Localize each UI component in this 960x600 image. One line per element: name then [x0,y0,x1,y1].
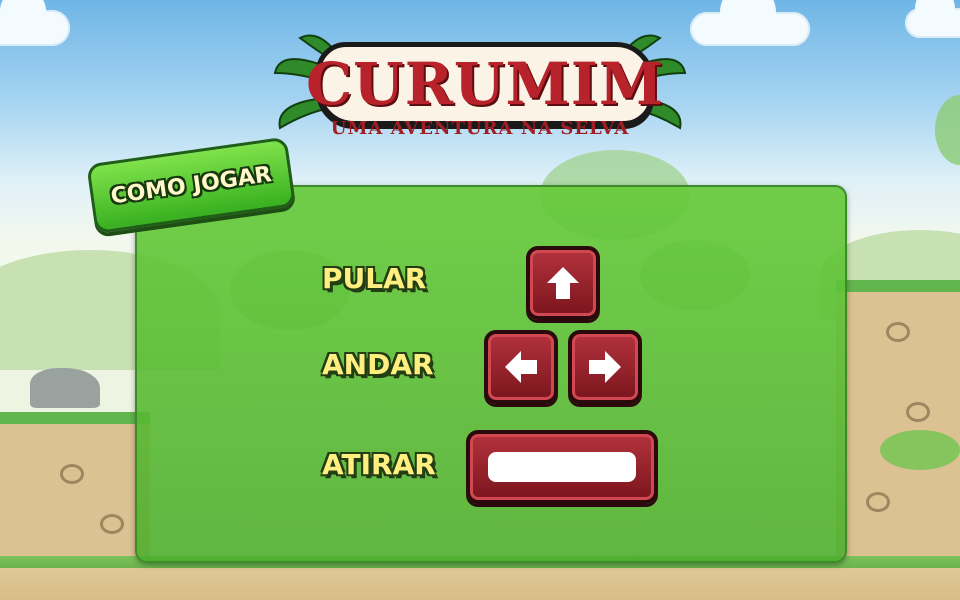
arrow-left-icon [505,351,537,383]
cloud [0,0,70,46]
arrow-right-icon [589,351,621,383]
jump-label: PULAR [322,262,427,295]
walk-label: ANDAR [322,348,434,381]
dirt-rock [866,492,890,512]
arrow-up-icon [547,267,579,299]
jump-key[interactable] [526,246,600,320]
background-tree [935,95,960,165]
cloud [905,0,960,38]
walk-right-key[interactable] [568,330,642,404]
rock [30,368,100,408]
dirt-rock [886,322,910,342]
shoot-label: ATIRAR [322,448,436,481]
game-logo: CURUMIM UMA AVENTURA NA SELVA [270,28,690,148]
dirt-cliff-right [836,280,960,574]
walk-left-key[interactable] [484,330,558,404]
dirt-cliff-left [0,412,150,574]
logo-title: CURUMIM [306,42,663,126]
space-bar [488,452,636,482]
dirt-rock [100,514,124,534]
bush [880,430,960,470]
shoot-key[interactable] [466,430,658,504]
logo-subtitle: UMA AVENTURA NA SELVA [330,118,630,139]
dirt-rock [60,464,84,484]
cloud [690,0,810,46]
dirt-rock [906,402,930,422]
